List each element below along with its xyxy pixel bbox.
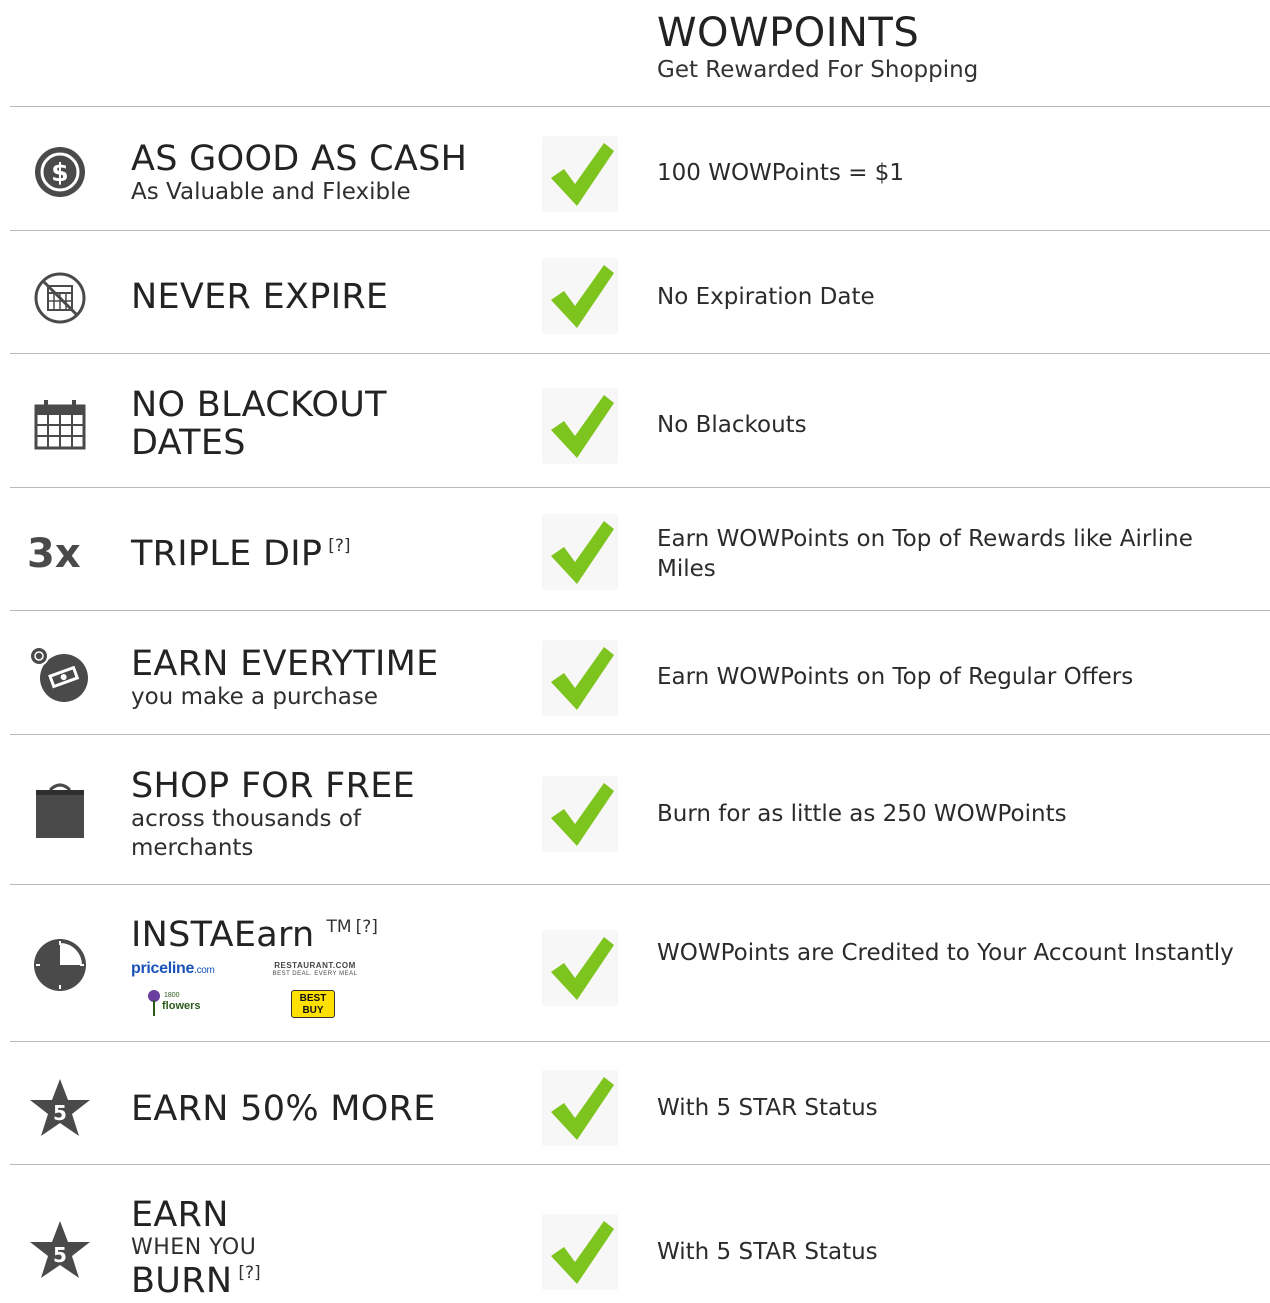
restaurant-com-logo: RESTAURANT.COM BEST DEAL. EVERY MEAL bbox=[263, 962, 367, 978]
priceline-logo: priceline.com bbox=[131, 960, 215, 978]
column-header: WOWPOINTS Get Rewarded For Shopping bbox=[657, 10, 978, 84]
five-star-badge-icon: 5 bbox=[28, 1076, 92, 1140]
feature-subtitle: As Valuable and Flexible bbox=[131, 179, 411, 205]
help-link[interactable]: [?] bbox=[356, 917, 378, 937]
shopping-bag-icon bbox=[28, 778, 92, 842]
feature-title: AS GOOD AS CASH bbox=[131, 139, 468, 179]
feature-title: NEVER EXPIRE bbox=[131, 277, 389, 317]
feature-description: No Blackouts bbox=[657, 412, 807, 438]
best-buy-logo-line: BEST bbox=[299, 993, 327, 1004]
feature-title-line: DATES bbox=[131, 423, 246, 463]
badge-number: 5 bbox=[53, 1101, 67, 1125]
checkmark-icon bbox=[542, 258, 618, 334]
feature-description: With 5 STAR Status bbox=[657, 1095, 878, 1121]
feature-description: Earn WOWPoints on Top of Regular Offers bbox=[657, 664, 1134, 690]
checkmark-icon bbox=[542, 388, 618, 464]
divider bbox=[10, 487, 1270, 488]
best-buy-logo-line: BUY bbox=[302, 1005, 324, 1016]
priceline-logo-text: priceline bbox=[131, 960, 195, 977]
feature-title-line: NO BLACKOUT bbox=[131, 385, 387, 425]
feature-title: INSTAEarn bbox=[131, 915, 315, 955]
feature-title-line: BURN bbox=[131, 1261, 233, 1301]
feature-subtitle-line: across thousands of bbox=[131, 806, 361, 832]
divider bbox=[10, 353, 1270, 354]
clock-icon bbox=[28, 933, 92, 997]
checkmark-icon bbox=[542, 1070, 618, 1146]
dollar-coin-icon: $ bbox=[28, 140, 92, 204]
divider bbox=[10, 734, 1270, 735]
cash-stack-icon bbox=[28, 642, 92, 706]
help-link[interactable]: [?] bbox=[328, 536, 350, 556]
checkmark-icon bbox=[542, 640, 618, 716]
feature-title-line: WHEN YOU bbox=[131, 1235, 257, 1260]
divider bbox=[10, 230, 1270, 231]
column-title: WOWPOINTS bbox=[657, 10, 920, 56]
divider bbox=[10, 106, 1270, 107]
trademark-mark: TM bbox=[326, 917, 352, 937]
feature-subtitle-line: merchants bbox=[131, 835, 254, 861]
feature-description: Earn WOWPoints on Top of Rewards like Ai… bbox=[657, 526, 1193, 582]
divider bbox=[10, 884, 1270, 885]
feature-title: EARN EVERYTIME bbox=[131, 644, 439, 684]
five-star-badge-icon: 5 bbox=[28, 1218, 92, 1282]
1800-flowers-logo-number: 1800 bbox=[164, 992, 180, 999]
calendar-icon bbox=[28, 394, 92, 458]
help-link[interactable]: [?] bbox=[238, 1263, 260, 1283]
1800-flowers-logo-text: flowers bbox=[162, 1000, 201, 1012]
badge-number: 5 bbox=[53, 1243, 67, 1267]
feature-description: With 5 STAR Status bbox=[657, 1239, 878, 1265]
svg-text:$: $ bbox=[51, 158, 68, 187]
feature-title: TRIPLE DIP bbox=[131, 534, 323, 574]
priceline-logo-suffix: .com bbox=[194, 965, 215, 976]
feature-title-line: EARN bbox=[131, 1195, 229, 1235]
divider bbox=[10, 1164, 1270, 1165]
feature-description: No Expiration Date bbox=[657, 284, 875, 310]
divider bbox=[10, 610, 1270, 611]
feature-description: 100 WOWPoints = $1 bbox=[657, 160, 905, 186]
no-expiration-calendar-icon bbox=[28, 266, 92, 330]
divider bbox=[10, 1041, 1270, 1042]
checkmark-icon bbox=[542, 1214, 618, 1290]
checkmark-icon bbox=[542, 930, 618, 1006]
column-subtitle: Get Rewarded For Shopping bbox=[657, 57, 979, 83]
checkmark-icon bbox=[542, 514, 618, 590]
checkmark-icon bbox=[542, 776, 618, 852]
feature-subtitle: you make a purchase bbox=[131, 684, 379, 710]
feature-description: Burn for as little as 250 WOWPoints bbox=[657, 801, 1067, 827]
triple-multiplier-icon: 3x bbox=[27, 531, 81, 577]
feature-title: SHOP FOR FREE bbox=[131, 766, 416, 806]
restaurant-com-logo-text: RESTAURANT.COM bbox=[274, 961, 356, 970]
checkmark-icon bbox=[542, 136, 618, 212]
feature-title: EARN 50% MORE bbox=[131, 1089, 436, 1129]
best-buy-logo: BEST BUY bbox=[291, 990, 335, 1018]
feature-description: WOWPoints are Credited to Your Account I… bbox=[657, 940, 1234, 966]
restaurant-com-logo-tagline: BEST DEAL. EVERY MEAL bbox=[272, 971, 358, 977]
1800-flowers-logo: 1800 flowers bbox=[146, 988, 226, 1018]
